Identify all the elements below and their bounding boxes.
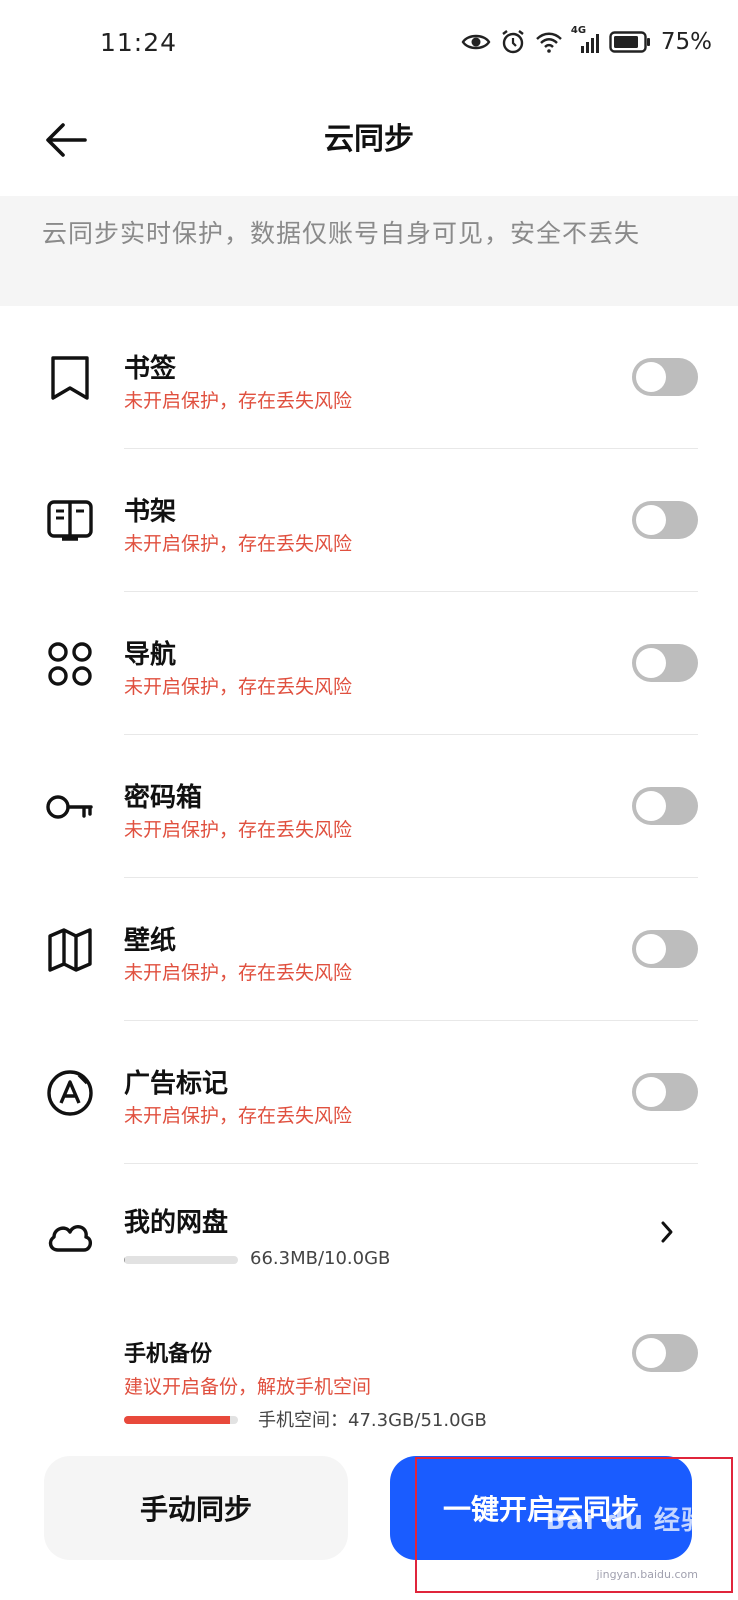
navigation-toggle[interactable]	[632, 644, 698, 682]
bookmark-icon	[51, 356, 89, 400]
phone-storage-bar	[124, 1416, 238, 1424]
sync-item-status: 未开启保护，存在丢失风险	[124, 1105, 353, 1127]
password-vault-toggle[interactable]	[632, 787, 698, 825]
alarm-icon	[502, 30, 524, 54]
phone-backup-row: 手机备份 建议开启备份，解放手机空间 手机空间：47.3GB/51.0GB	[0, 1316, 738, 1456]
sync-notice: 云同步实时保护，数据仅账号自身可见，安全不丢失	[0, 196, 738, 306]
toggle-knob	[636, 1338, 666, 1368]
key-icon	[46, 795, 93, 819]
watermark: Bai du 经验	[545, 1506, 708, 1536]
sync-item-status: 未开启保护，存在丢失风险	[124, 819, 353, 841]
sync-item-status: 未开启保护，存在丢失风险	[124, 533, 353, 555]
manual-sync-button[interactable]: 手动同步	[44, 1456, 348, 1560]
cloud-icon	[48, 1225, 92, 1252]
chevron-right-icon[interactable]	[652, 1212, 682, 1252]
status-icons: 4G 75%	[461, 25, 712, 56]
cloud-drive-title: 我的网盘	[124, 1208, 229, 1238]
wallpaper-icon	[48, 928, 92, 972]
bookshelf-toggle[interactable]	[632, 501, 698, 539]
sync-item-title: 导航	[124, 640, 177, 670]
grid-dots-icon	[48, 642, 92, 686]
signal-icon: 4G	[571, 25, 601, 55]
toggle-knob	[636, 1077, 666, 1107]
ad-mark-toggle[interactable]	[632, 1073, 698, 1111]
ad-mark-icon	[47, 1070, 93, 1116]
wifi-icon	[536, 32, 562, 53]
usage-bar-fill	[124, 1256, 126, 1264]
cloud-drive-usage-bar	[124, 1256, 238, 1264]
status-bar: 11:24 4G 75%	[0, 0, 738, 92]
toggle-knob	[636, 934, 666, 964]
battery-icon	[609, 31, 650, 53]
sync-item-title: 密码箱	[124, 783, 203, 813]
header: 云同步	[0, 92, 738, 196]
sync-item-status: 未开启保护，存在丢失风险	[124, 962, 353, 984]
toggle-knob	[636, 791, 666, 821]
sync-item-status: 未开启保护，存在丢失风险	[124, 390, 353, 412]
cloud-drive-row[interactable]: 我的网盘 66.3MB/10.0GB	[0, 1164, 738, 1294]
sync-item-bookshelf: 书架 未开启保护，存在丢失风险	[0, 449, 738, 592]
battery-percent: 75%	[660, 29, 712, 55]
toggle-knob	[636, 505, 666, 535]
sync-item-title: 书架	[124, 497, 177, 527]
bookshelf-icon	[47, 500, 93, 541]
sync-item-ad-mark: 广告标记 未开启保护，存在丢失风险	[0, 1021, 738, 1164]
sync-item-title: 广告标记	[124, 1069, 229, 1099]
storage-bar-fill	[124, 1416, 230, 1424]
sync-item-wallpaper: 壁纸 未开启保护，存在丢失风险	[0, 878, 738, 1021]
eye-icon	[461, 34, 491, 50]
watermark-url: jingyan.baidu.com	[596, 1568, 698, 1581]
phone-backup-hint: 建议开启备份，解放手机空间	[124, 1376, 372, 1398]
sync-item-bookmark: 书签 未开启保护，存在丢失风险	[0, 306, 738, 449]
toggle-knob	[636, 362, 666, 392]
toggle-knob	[636, 648, 666, 678]
sync-item-password-vault: 密码箱 未开启保护，存在丢失风险	[0, 735, 738, 878]
sync-items-list: 书签 未开启保护，存在丢失风险 书架 未开启保护，存在丢失风险 导航 未开启保护…	[0, 306, 738, 1164]
bookmark-toggle[interactable]	[632, 358, 698, 396]
phone-backup-toggle[interactable]	[632, 1334, 698, 1372]
sync-item-status: 未开启保护，存在丢失风险	[124, 676, 353, 698]
sync-item-title: 书签	[124, 354, 177, 384]
phone-storage-usage: 手机空间：47.3GB/51.0GB	[258, 1410, 487, 1431]
status-time: 11:24	[100, 28, 178, 57]
sync-item-navigation: 导航 未开启保护，存在丢失风险	[0, 592, 738, 735]
page-title: 云同步	[324, 122, 414, 157]
phone-backup-title: 手机备份	[124, 1342, 213, 1367]
cloud-drive-usage: 66.3MB/10.0GB	[250, 1248, 391, 1269]
sync-item-title: 壁纸	[124, 926, 177, 956]
wallpaper-toggle[interactable]	[632, 930, 698, 968]
